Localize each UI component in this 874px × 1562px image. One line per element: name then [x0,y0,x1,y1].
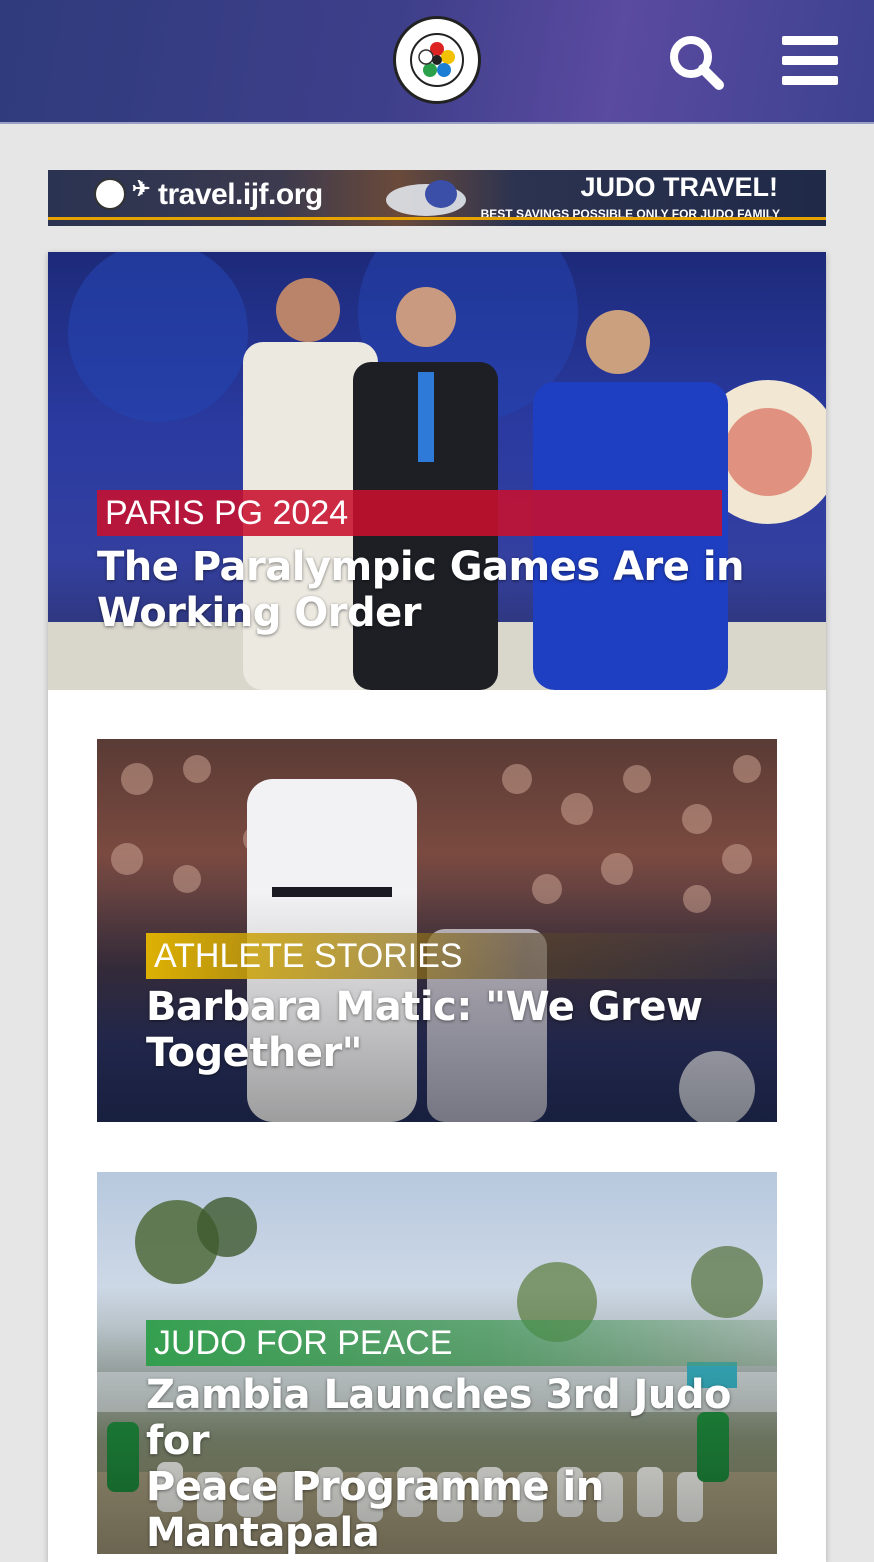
category-tag[interactable]: ATHLETE STORIES [146,933,777,979]
menu-bar [782,36,838,45]
article-title-line: Mantapala [146,1510,380,1554]
article-title-line: The Paralympic Games Are in [97,544,745,590]
site-header [0,0,874,124]
hamburger-menu-button[interactable] [782,36,838,86]
ijf-logo-icon [410,33,464,87]
plane-icon: ✈ [132,176,151,201]
banner-url: travel.ijf.org [158,178,323,211]
news-feed-card: PARIS PG 2024 The Paralympic Games Are i… [48,252,826,1562]
article-title[interactable]: The Paralympic Games Are in Working Orde… [97,544,777,636]
article-title[interactable]: Barbara Matic: "We Grew Together" [146,984,766,1076]
search-button[interactable] [666,32,726,92]
travel-banner-ad[interactable]: ✈ travel.ijf.org JUDO TRAVEL! BEST SAVIN… [48,170,826,226]
ijf-logo[interactable] [393,16,481,104]
article-title-line: Together" [146,1030,363,1076]
article-title[interactable]: Zambia Launches 3rd Judo for Peace Progr… [146,1372,766,1554]
article-title-line: Peace Programme in [146,1464,604,1510]
article-card[interactable]: ATHLETE STORIES Barbara Matic: "We Grew … [97,739,777,1122]
article-title-line: Zambia Launches 3rd Judo for [146,1372,732,1464]
search-icon [670,36,724,90]
menu-bar [782,76,838,85]
menu-bar [782,56,838,65]
article-title-line: Working Order [97,590,421,636]
judoka-silhouette-icon [386,180,466,216]
banner-headline: JUDO TRAVEL! [580,172,778,202]
ijf-mini-logo-icon [94,178,126,210]
category-tag[interactable]: JUDO FOR PEACE [146,1320,777,1366]
banner-stripe [48,217,826,220]
category-tag[interactable]: PARIS PG 2024 [97,490,722,536]
article-card[interactable]: JUDO FOR PEACE Zambia Launches 3rd Judo … [97,1172,777,1554]
hero-article[interactable]: PARIS PG 2024 The Paralympic Games Are i… [48,252,826,690]
article-title-line: Barbara Matic: "We Grew [146,984,703,1030]
